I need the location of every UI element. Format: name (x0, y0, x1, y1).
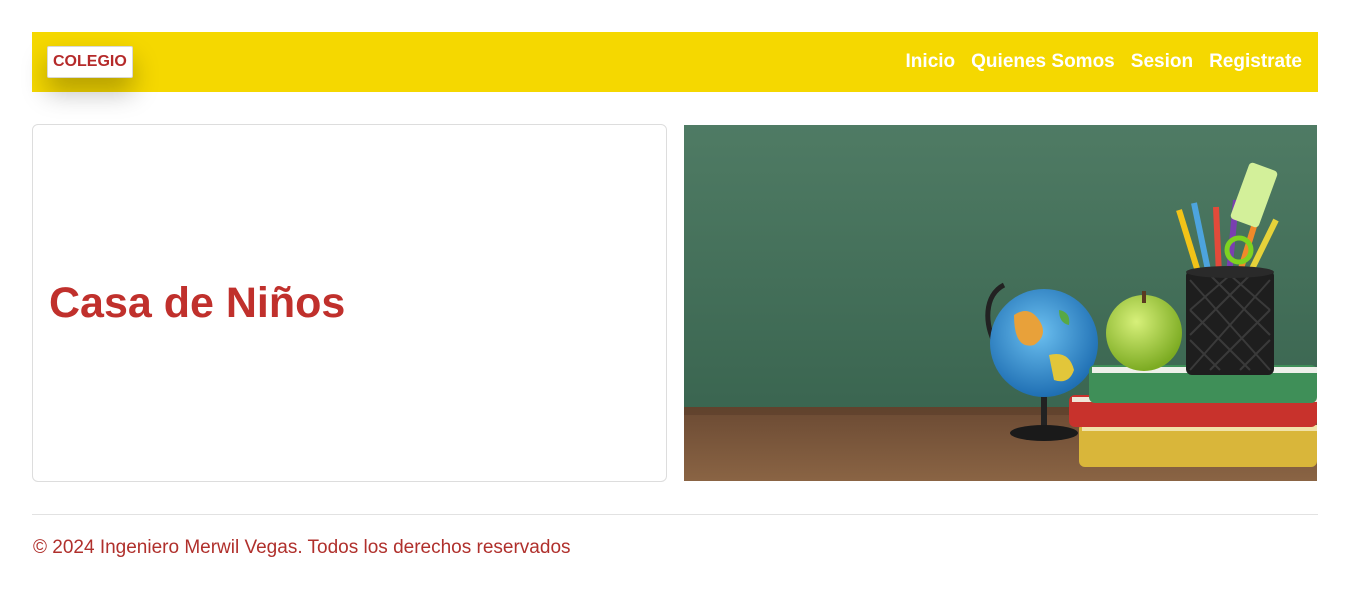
footer-copyright: © 2024 Ingeniero Merwil Vegas. Todos los… (33, 537, 571, 558)
hero-card: Casa de Niños (32, 124, 667, 482)
footer-divider (32, 514, 1318, 515)
nav-link-sesion[interactable]: Sesion (1131, 50, 1193, 74)
hero-image (684, 125, 1317, 481)
navbar: COLEGIO Inicio Quienes Somos Sesion Regi… (32, 32, 1318, 92)
school-supplies-illustration (684, 125, 1317, 481)
nav-link-quienes-somos[interactable]: Quienes Somos (971, 50, 1115, 74)
nav-links: Inicio Quienes Somos Sesion Registrate (906, 50, 1302, 74)
books-icon (1069, 365, 1317, 467)
brand-logo-link[interactable]: COLEGIO (47, 46, 133, 78)
hero-title: Casa de Niños (49, 279, 346, 327)
nav-link-registrate[interactable]: Registrate (1209, 50, 1302, 74)
nav-link-inicio[interactable]: Inicio (906, 50, 956, 74)
